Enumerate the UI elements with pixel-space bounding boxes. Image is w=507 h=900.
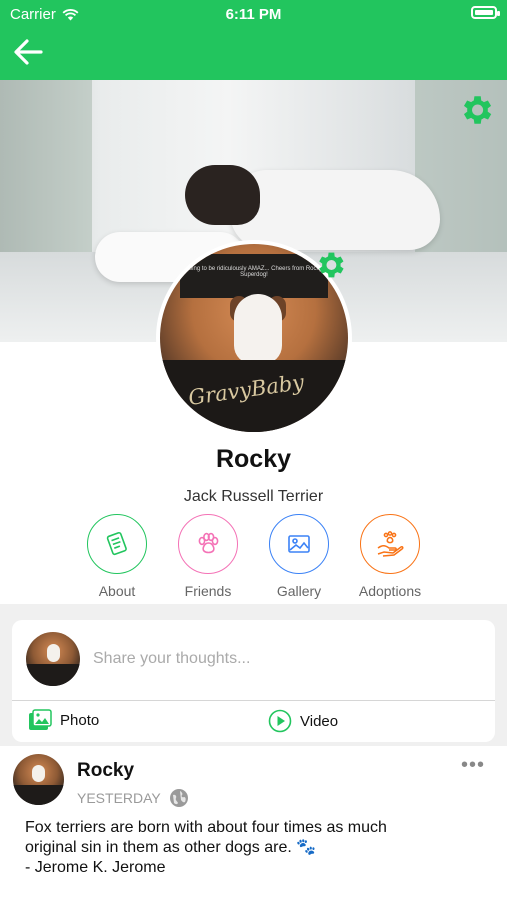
friends-button-circle <box>178 514 238 574</box>
friends-button[interactable]: Friends <box>158 514 258 599</box>
post-timestamp: YESTERDAY <box>77 788 189 808</box>
profile-breed: Jack Russell Terrier <box>183 488 324 505</box>
feed-post: Rocky YESTERDAY ••• Fox terriers are bor… <box>0 746 507 900</box>
about-button[interactable]: About <box>67 514 167 599</box>
status-bar: Carrier 6:11 PM <box>0 0 507 28</box>
arrow-left-icon[interactable] <box>12 38 44 66</box>
video-play-icon <box>268 709 292 733</box>
post-author-name[interactable]: Rocky <box>77 760 134 782</box>
composer-avatar-dog <box>47 644 60 662</box>
post-author-avatar[interactable] <box>13 754 64 805</box>
friends-label: Friends <box>184 583 232 599</box>
gallery-button-circle <box>269 514 329 574</box>
cover-dog <box>230 170 440 250</box>
post-time: YESTERDAY <box>77 790 161 806</box>
share-thoughts-input[interactable]: Share your thoughts... <box>93 650 250 668</box>
cover-settings-gear-icon[interactable] <box>457 91 495 129</box>
avatar-settings-gear-icon[interactable] <box>313 248 347 282</box>
paw-icon <box>198 532 219 554</box>
image-icon <box>288 535 310 553</box>
clock: 6:11 PM <box>225 6 282 23</box>
adoptions-button[interactable]: Adoptions <box>340 514 440 599</box>
post-composer: Share your thoughts... Photo Video <box>12 620 495 742</box>
hand-paw-icon <box>377 531 404 557</box>
cover-dog-head <box>185 165 260 225</box>
profile-name: Rocky <box>215 445 292 473</box>
post-more-options-icon[interactable]: ••• <box>461 754 485 777</box>
avatar-sign: going to be ridiculously AMAZ... Cheers … <box>180 254 328 298</box>
post-avatar-dog <box>32 765 45 782</box>
photo-label: Photo <box>60 711 100 729</box>
gallery-button[interactable]: Gallery <box>249 514 349 599</box>
avatar-dog <box>234 294 282 364</box>
photo-icon <box>29 709 52 730</box>
top-bar: Carrier 6:11 PM <box>0 0 507 80</box>
adoptions-button-circle <box>360 514 420 574</box>
adoptions-label: Adoptions <box>358 583 422 599</box>
battery-icon <box>471 6 500 19</box>
video-label: Video <box>300 712 339 730</box>
composer-avatar <box>26 632 80 686</box>
document-icon <box>106 531 127 556</box>
cover-window-left <box>0 80 92 280</box>
video-button[interactable]: Video <box>268 709 338 733</box>
about-button-circle <box>87 514 147 574</box>
globe-icon <box>169 789 188 807</box>
gallery-label: Gallery <box>276 583 322 599</box>
post-text: Fox terriers are born with about four ti… <box>25 819 387 876</box>
about-label: About <box>98 583 136 599</box>
photo-button[interactable]: Photo <box>28 709 99 731</box>
composer-divider <box>12 700 495 701</box>
